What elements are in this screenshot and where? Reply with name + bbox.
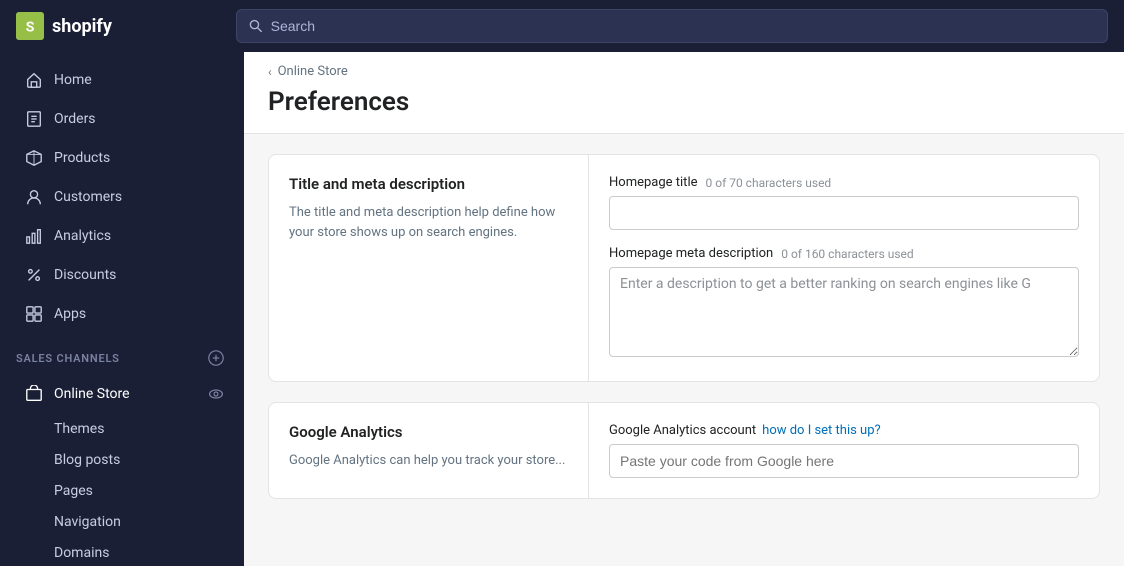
- card-section-description: Google Analytics can help you track your…: [289, 451, 568, 471]
- sidebar-item-analytics[interactable]: Analytics: [8, 217, 236, 255]
- svg-text:S: S: [26, 20, 35, 36]
- sidebar-sub-item-navigation[interactable]: Navigation: [8, 507, 236, 537]
- card-section-description: The title and meta description help defi…: [289, 203, 568, 242]
- sidebar-item-label: Apps: [54, 306, 86, 322]
- title-meta-card: Title and meta description The title and…: [268, 154, 1100, 382]
- sidebar-sub-item-domains[interactable]: Domains: [8, 538, 236, 566]
- card-left-title-meta: Title and meta description The title and…: [269, 155, 589, 381]
- homepage-meta-label: Homepage meta description 0 of 160 chara…: [609, 246, 1079, 261]
- card-left-google: Google Analytics Google Analytics can he…: [269, 403, 589, 498]
- sidebar-item-label: Products: [54, 150, 110, 166]
- add-sales-channel-button[interactable]: [204, 346, 228, 370]
- analytics-icon: [24, 226, 44, 246]
- sidebar-item-products[interactable]: Products: [8, 139, 236, 177]
- breadcrumb-label: Online Store: [278, 64, 348, 79]
- sidebar-item-customers[interactable]: Customers: [8, 178, 236, 216]
- card-section-title: Title and meta description: [289, 175, 568, 193]
- sidebar-item-orders[interactable]: Orders: [8, 100, 236, 138]
- sidebar-item-online-store[interactable]: Online Store: [8, 375, 236, 413]
- sales-channels-header: SALES CHANNELS: [0, 334, 244, 374]
- sidebar-item-label: Orders: [54, 111, 96, 127]
- apps-icon: [24, 304, 44, 324]
- card-right-title-meta: Homepage title 0 of 70 characters used H…: [589, 155, 1099, 381]
- search-bar[interactable]: [236, 9, 1108, 43]
- logo-text: shopify: [52, 16, 112, 37]
- shopify-logo-icon: S: [16, 12, 44, 40]
- google-analytics-card: Google Analytics Google Analytics can he…: [268, 402, 1100, 499]
- logo[interactable]: S shopify: [16, 12, 236, 40]
- sidebar-item-label: Analytics: [54, 228, 111, 244]
- page-title: Preferences: [268, 87, 1100, 133]
- homepage-title-input[interactable]: [609, 196, 1079, 230]
- topbar: S shopify: [0, 0, 1124, 52]
- sidebar-item-home[interactable]: Home: [8, 61, 236, 99]
- search-input[interactable]: [271, 18, 1095, 34]
- search-icon: [249, 19, 263, 33]
- breadcrumb[interactable]: ‹ Online Store: [268, 64, 1100, 79]
- content-header: ‹ Online Store Preferences: [244, 52, 1124, 134]
- content-body: Title and meta description The title and…: [244, 134, 1124, 519]
- online-store-label: Online Store: [24, 384, 130, 404]
- ga-setup-link[interactable]: how do I set this up?: [762, 423, 881, 438]
- customers-icon: [24, 187, 44, 207]
- orders-icon: [24, 109, 44, 129]
- online-store-eye-button[interactable]: [204, 382, 228, 406]
- sidebar: Home Orders Products Custo: [0, 52, 244, 566]
- products-icon: [24, 148, 44, 168]
- sidebar-item-label: Discounts: [54, 267, 116, 283]
- sidebar-sub-item-blog-posts[interactable]: Blog posts: [8, 445, 236, 475]
- discounts-icon: [24, 265, 44, 285]
- sidebar-item-apps[interactable]: Apps: [8, 295, 236, 333]
- content-area: ‹ Online Store Preferences Title and met…: [244, 52, 1124, 566]
- card-right-google: Google Analytics account how do I set th…: [589, 403, 1099, 498]
- sidebar-sub-item-pages[interactable]: Pages: [8, 476, 236, 506]
- sidebar-sub-item-themes[interactable]: Themes: [8, 414, 236, 444]
- sidebar-item-label: Customers: [54, 189, 122, 205]
- ga-account-input[interactable]: [609, 444, 1079, 478]
- online-store-icon: [24, 384, 44, 404]
- homepage-title-label: Homepage title 0 of 70 characters used: [609, 175, 1079, 190]
- homepage-meta-textarea[interactable]: [609, 267, 1079, 357]
- home-icon: [24, 70, 44, 90]
- ga-account-label: Google Analytics account how do I set th…: [609, 423, 1079, 438]
- breadcrumb-chevron: ‹: [268, 65, 272, 79]
- card-section-title: Google Analytics: [289, 423, 568, 441]
- sidebar-item-discounts[interactable]: Discounts: [8, 256, 236, 294]
- sidebar-item-label: Home: [54, 72, 92, 88]
